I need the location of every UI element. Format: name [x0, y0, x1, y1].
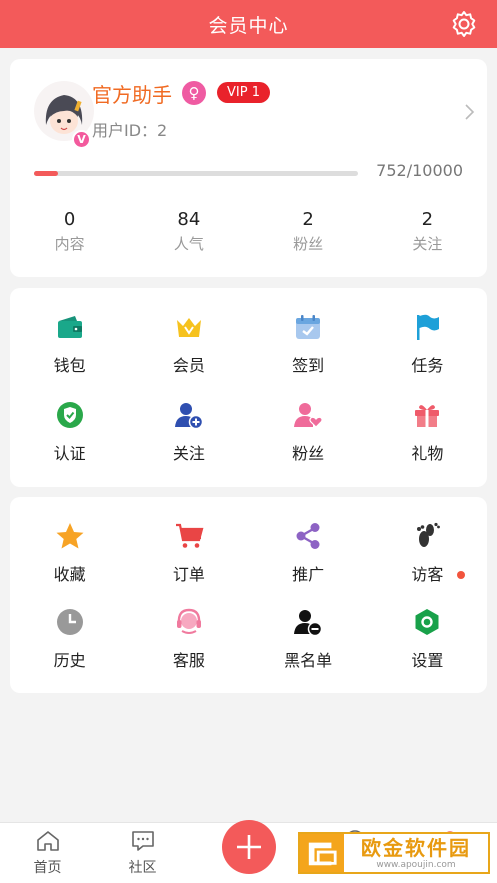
chevron-right-icon[interactable]	[463, 103, 475, 121]
stat-popularity[interactable]: 84 人气	[129, 209, 248, 254]
menu-item-checkin[interactable]: 签到	[249, 312, 368, 396]
user-add-icon	[174, 402, 204, 429]
account-menu-grid: 钱包 会员 签到 任务 认证 关注 粉丝 礼物	[10, 288, 487, 487]
menu-item-support[interactable]: 客服	[129, 607, 248, 691]
menu-item-verify[interactable]: 认证	[10, 400, 129, 484]
stat-content[interactable]: 0 内容	[10, 209, 129, 254]
stat-label: 关注	[412, 235, 443, 253]
service-menu-grid: 收藏 订单 推广 访客 历史 客服 黑名单 设置	[10, 497, 487, 693]
stat-fans[interactable]: 2 粉丝	[249, 209, 368, 254]
menu-item-blacklist[interactable]: 黑名单	[249, 607, 368, 691]
vip-badge[interactable]: VIP 1	[217, 82, 270, 103]
calendar-check-icon	[296, 315, 321, 339]
home-icon	[36, 831, 59, 851]
menu-item-label: 任务	[411, 356, 444, 375]
menu-item-follow[interactable]: 关注	[129, 400, 248, 484]
watermark: 欧金软件园 www.apoujin.com	[298, 832, 490, 874]
stat-value: 0	[63, 209, 76, 230]
experience-text: 752/10000	[376, 161, 463, 180]
menu-item-history[interactable]: 历史	[10, 607, 129, 691]
clock-icon	[56, 609, 83, 635]
profile-card[interactable]: V 官方助手 ♀ VIP 1 用户ID：2 752/10000 0 内容 84 …	[10, 59, 487, 277]
menu-item-favorites[interactable]: 收藏	[10, 521, 129, 605]
menu-item-orders[interactable]: 订单	[129, 521, 248, 605]
headset-icon	[176, 608, 201, 634]
menu-item-label: 推广	[292, 565, 325, 584]
menu-item-visitors[interactable]: 访客	[368, 521, 487, 605]
experience-progress-bar	[34, 171, 358, 176]
shield-icon	[56, 401, 83, 428]
star-icon	[56, 523, 84, 549]
stat-label: 人气	[173, 235, 204, 253]
menu-item-label: 访客	[411, 565, 444, 584]
menu-item-label: 黑名单	[284, 651, 333, 670]
top-header: 会员中心	[0, 0, 497, 48]
stat-label: 内容	[54, 235, 85, 253]
watermark-logo-icon	[300, 834, 344, 872]
menu-item-label: 关注	[172, 443, 205, 463]
menu-item-label: 会员	[172, 356, 205, 375]
user-heart-icon	[294, 402, 323, 428]
settings-hex-icon	[415, 609, 439, 635]
user-id: 用户ID：2	[92, 121, 168, 140]
menu-item-promote[interactable]: 推广	[249, 521, 368, 605]
female-icon: ♀	[182, 81, 206, 105]
menu-item-label: 客服	[172, 651, 205, 670]
menu-item-label: 订单	[172, 565, 205, 584]
menu-item-settings[interactable]: 设置	[368, 607, 487, 691]
stat-value: 2	[302, 209, 314, 230]
gear-icon[interactable]	[449, 9, 479, 39]
menu-item-label: 设置	[411, 651, 444, 670]
menu-item-gift[interactable]: 礼物	[368, 400, 487, 484]
watermark-url: www.apoujin.com	[376, 859, 456, 870]
experience-progress-fill	[34, 171, 59, 176]
publish-button[interactable]	[221, 820, 276, 874]
watermark-text: 欧金软件园	[361, 835, 471, 860]
menu-item-label: 历史	[53, 651, 86, 670]
chat-bubble-icon	[131, 831, 154, 851]
gift-icon	[415, 404, 440, 427]
menu-item-task[interactable]: 任务	[368, 312, 487, 396]
stat-value: 84	[177, 209, 201, 230]
menu-item-label: 收藏	[53, 565, 86, 584]
tab-label: 社区	[128, 860, 157, 876]
menu-item-label: 认证	[53, 443, 86, 463]
stat-following[interactable]: 2 关注	[368, 209, 487, 254]
stats-row: 0 内容 84 人气 2 粉丝 2 关注	[10, 209, 487, 254]
tab-label: 首页	[33, 860, 62, 876]
cart-icon	[175, 523, 204, 548]
crown-icon	[176, 318, 201, 337]
unread-dot	[457, 571, 465, 579]
menu-item-wallet[interactable]: 钱包	[10, 312, 129, 396]
page-title: 会员中心	[208, 14, 289, 37]
tab-publish[interactable]	[190, 820, 307, 883]
footprints-icon	[417, 522, 441, 547]
flag-icon	[417, 314, 440, 340]
menu-item-label: 签到	[292, 356, 325, 375]
wallet-icon	[57, 316, 82, 338]
share-icon	[296, 523, 320, 549]
stat-label: 粉丝	[293, 235, 324, 253]
menu-item-label: 钱包	[53, 356, 86, 375]
username: 官方助手	[92, 83, 172, 107]
stat-value: 2	[421, 209, 434, 230]
user-block-icon	[294, 610, 323, 637]
tab-community[interactable]: 社区	[95, 823, 190, 883]
verified-badge: V	[72, 130, 91, 149]
plus-icon	[236, 835, 261, 859]
menu-item-fans[interactable]: 粉丝	[249, 400, 368, 484]
menu-item-vip[interactable]: 会员	[129, 312, 248, 396]
tab-home[interactable]: 首页	[0, 823, 95, 883]
menu-item-label: 粉丝	[292, 443, 325, 463]
menu-item-label: 礼物	[411, 443, 444, 463]
